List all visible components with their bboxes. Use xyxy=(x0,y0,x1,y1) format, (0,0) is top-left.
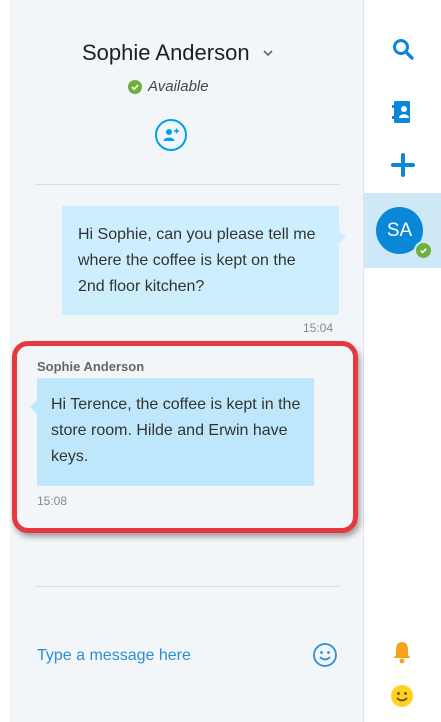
incoming-message-sender: Sophie Anderson xyxy=(37,359,145,374)
check-icon xyxy=(128,79,142,94)
composer-divider xyxy=(35,586,340,587)
outgoing-message-time: 15:04 xyxy=(303,321,334,335)
header-divider xyxy=(35,184,340,185)
contacts-icon[interactable] xyxy=(392,100,412,124)
search-icon[interactable] xyxy=(391,37,415,61)
add-people-icon xyxy=(163,128,179,141)
message-input[interactable]: Type a message here xyxy=(37,647,191,665)
bell-icon[interactable] xyxy=(392,640,412,664)
chat-pane: Sophie Anderson Available Hi Sophie, can… xyxy=(0,0,364,722)
left-edge xyxy=(0,0,10,722)
chevron-down-icon xyxy=(263,50,273,57)
contact-name: Sophie Anderson xyxy=(82,40,250,65)
contact-name-dropdown[interactable]: Sophie Anderson xyxy=(82,40,274,66)
incoming-message-time: 15:08 xyxy=(37,494,68,508)
plus-icon[interactable] xyxy=(391,153,415,177)
smiley-icon[interactable] xyxy=(312,642,338,668)
presence-status: Available xyxy=(128,78,209,95)
check-icon xyxy=(414,241,433,260)
incoming-message-bubble: Hi Terence, the coffee is kept in the st… xyxy=(30,378,314,486)
add-people-button[interactable] xyxy=(155,119,187,151)
outgoing-message-bubble: Hi Sophie, can you please tell me where … xyxy=(62,206,346,315)
smiley-icon[interactable] xyxy=(390,684,414,708)
status-text: Available xyxy=(148,78,209,95)
